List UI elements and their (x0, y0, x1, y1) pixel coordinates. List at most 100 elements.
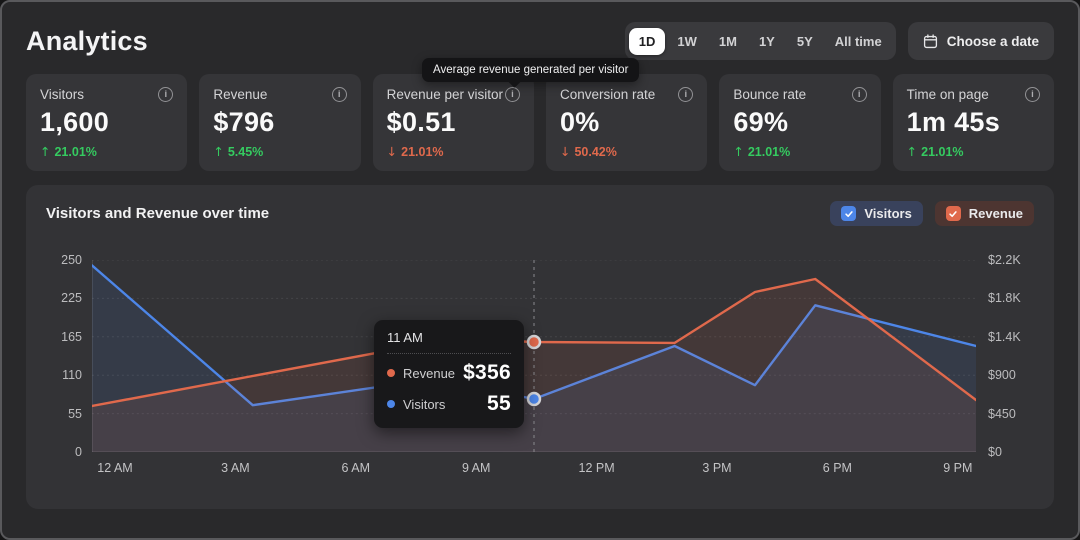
plot-row: 250 225 165 110 55 0 11 AM Revenue $356 Visitor… (46, 253, 1034, 459)
stat-card-bounce-rate: Bounce rate i 69% ↑ 21.01% (719, 74, 881, 171)
chart-tooltip-label: Visitors (403, 396, 446, 412)
x-tick: 9 PM (943, 461, 973, 475)
x-tick: 6 AM (341, 461, 371, 475)
stat-change-value: 50.42% (574, 144, 617, 159)
kpi-tooltip: Average revenue generated per visitor (422, 58, 640, 88)
stat-value: 69% (733, 107, 789, 137)
x-tick: 12 PM (578, 461, 615, 475)
stat-card-conversion-rate: Conversion rate i 0% ↓ 50.42% (545, 74, 708, 171)
info-icon[interactable]: i (1024, 87, 1040, 102)
analytics-window: Analytics 1D 1W 1M 1Y 5Y All time Choose a da… (0, 0, 1080, 540)
chart-tooltip-label: Revenue (403, 365, 456, 381)
time-range-group: 1D 1W 1M 1Y 5Y All time (624, 22, 896, 60)
chart-legend: Visitors Revenue (830, 201, 1034, 226)
legend-label: Visitors (864, 206, 912, 221)
arrow-down-icon: ↓ (559, 144, 571, 159)
x-tick: 12 AM (97, 461, 133, 475)
chart-tooltip-row-visitors: Visitors 55 (387, 392, 511, 416)
y-tick-right: $1.4K (988, 329, 1021, 344)
legend-checkbox-icon[interactable] (841, 206, 857, 221)
kpi-tooltip-text: Average revenue generated per visitor (433, 64, 629, 76)
stat-card-visitors: Visitors i 1,600 ↑ 21.01% (26, 74, 188, 171)
stat-change-value: 21.01% (54, 144, 97, 159)
stat-card-revenue-per-visitor: Revenue per visitor i $0.51 ↓ 21.01% (372, 74, 534, 171)
range-all-time[interactable]: All time (825, 28, 892, 55)
range-1y[interactable]: 1Y (749, 28, 785, 55)
chart-header: Visitors and Revenue over time Visitors R… (46, 201, 1034, 226)
info-icon[interactable]: i (331, 87, 347, 102)
stat-label: Conversion rate (559, 87, 656, 102)
stat-card-revenue: Revenue i $796 ↑ 5.45% (199, 74, 361, 171)
stat-change: ↓ 21.01% (387, 144, 520, 159)
y-tick-right: $900 (988, 368, 1016, 383)
legend-toggle-revenue[interactable]: Revenue (934, 201, 1034, 226)
plot-area[interactable]: 11 AM Revenue $356 Visitors 55 (92, 260, 976, 452)
chart-tooltip: 11 AM Revenue $356 Visitors 55 (374, 320, 524, 428)
legend-toggle-visitors[interactable]: Visitors (830, 201, 923, 226)
chart-card: Visitors and Revenue over time Visitors R… (26, 185, 1054, 509)
x-tick: 3 AM (221, 461, 250, 475)
arrow-up-icon: ↑ (213, 144, 224, 159)
stat-label: Bounce rate (733, 87, 807, 102)
stat-change-value: 21.01% (747, 144, 791, 159)
chart-tooltip-value: $356 (463, 361, 511, 384)
range-5y[interactable]: 5Y (787, 28, 823, 55)
arrow-down-icon: ↓ (386, 144, 398, 159)
page-title: Analytics (26, 25, 148, 56)
stat-change: ↑ 21.01% (907, 144, 1040, 159)
y-tick-right: $2.2K (988, 253, 1021, 267)
series-dot-icon (387, 400, 395, 408)
x-axis-row: 12 AM 3 AM 6 AM 9 AM 12 PM 3 PM 6 PM 9 PM (46, 452, 1034, 478)
stat-value: $796 (213, 107, 275, 137)
x-tick: 9 AM (461, 461, 491, 475)
info-icon[interactable]: i (678, 87, 694, 102)
info-icon[interactable]: i (851, 87, 867, 102)
arrow-up-icon: ↑ (733, 144, 744, 159)
legend-checkbox-icon[interactable] (945, 206, 961, 221)
y-axis-left: 250 225 165 110 55 0 (46, 253, 92, 459)
info-icon[interactable]: i (158, 87, 174, 102)
x-tick: 6 PM (822, 461, 852, 475)
range-1d[interactable]: 1D (628, 27, 666, 55)
chart-tooltip-value: 55 (487, 392, 511, 415)
y-tick-right: $450 (988, 406, 1016, 421)
range-1m[interactable]: 1M (709, 28, 747, 55)
stat-change-value: 5.45% (227, 144, 264, 159)
stat-change: ↑ 5.45% (213, 144, 346, 159)
header-toolbar: 1D 1W 1M 1Y 5Y All time Choose a date (624, 22, 1054, 60)
arrow-up-icon: ↑ (906, 144, 918, 159)
stat-change: ↑ 21.01% (40, 144, 173, 159)
x-tick: 3 PM (702, 461, 732, 475)
y-tick-left: 110 (62, 368, 82, 383)
stat-value: 1,600 (40, 107, 110, 137)
stat-change: ↑ 21.01% (733, 144, 866, 159)
stat-label: Visitors (40, 87, 85, 102)
arrow-up-icon: ↑ (40, 144, 51, 159)
stat-value: 1m 45s (906, 107, 1001, 137)
chart-tooltip-time: 11 AM (387, 330, 511, 354)
y-tick-right: $1.8K (988, 291, 1021, 306)
y-tick-left: 55 (68, 406, 82, 421)
stat-card-time-on-page: Time on page i 1m 45s ↑ 21.01% (892, 74, 1054, 171)
series-dot-icon (387, 369, 395, 377)
revenue-hover-dot (526, 334, 542, 350)
y-tick-left: 250 (61, 253, 82, 267)
chart-tooltip-row-revenue: Revenue $356 (387, 361, 511, 385)
choose-date-button[interactable]: Choose a date (907, 22, 1054, 60)
calendar-icon (923, 33, 938, 49)
stat-label: Revenue (213, 87, 268, 102)
info-icon[interactable]: i (504, 87, 520, 102)
stat-value: 0% (559, 107, 600, 137)
x-axis-labels: 12 AM 3 AM 6 AM 9 AM 12 PM 3 PM 6 PM 9 PM (92, 452, 976, 478)
range-1w[interactable]: 1W (667, 28, 707, 55)
y-tick-left: 0 (75, 445, 82, 459)
stat-label: Revenue per visitor (386, 87, 503, 102)
chart-title: Visitors and Revenue over time (46, 205, 270, 222)
y-axis-right: $2.2K $1.8K $1.4K $900 $450 $0 (976, 253, 1034, 459)
stat-label: Time on page (906, 87, 989, 102)
y-tick-left: 165 (61, 329, 82, 344)
y-tick-left: 225 (61, 291, 82, 306)
stat-change: ↓ 50.42% (560, 144, 693, 159)
y-tick-right: $0 (988, 445, 1002, 459)
stat-value: $0.51 (386, 107, 456, 137)
